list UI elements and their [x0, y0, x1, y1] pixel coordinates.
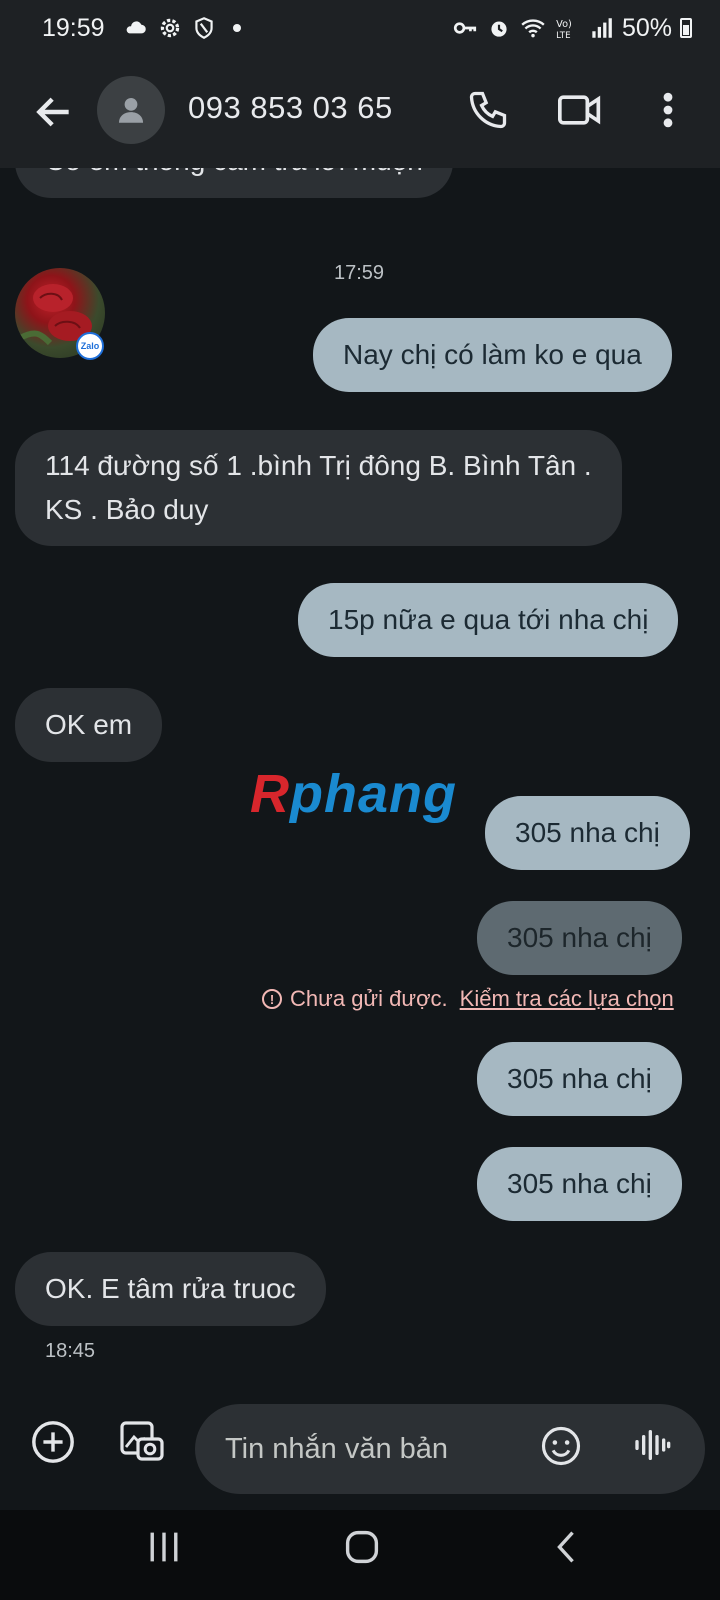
- message-text: 305 nha chị: [515, 817, 660, 848]
- message-text: Nay chị có làm ko e qua: [343, 339, 642, 370]
- zalo-badge: Zalo: [76, 332, 104, 360]
- settings-icon: [160, 18, 179, 38]
- error-message: Chưa gửi được.: [290, 986, 448, 1011]
- more-options-icon[interactable]: [650, 88, 686, 132]
- status-bar: 19:59 Vo) LTE 50%: [0, 0, 720, 56]
- contact-avatar[interactable]: [97, 76, 165, 144]
- notification-dot-icon: [232, 24, 241, 32]
- weather-icon: [126, 21, 146, 34]
- send-error: ! Chưa gửi được. Kiểm tra các lựa chọn: [262, 986, 674, 1012]
- battery-icon: [680, 18, 692, 38]
- message-input-placeholder: Tin nhắn văn bản: [225, 1432, 449, 1465]
- message-outgoing[interactable]: 305 nha chị: [477, 1042, 682, 1116]
- status-time: 19:59: [42, 13, 105, 42]
- message-outgoing[interactable]: 305 nha chị: [477, 1147, 682, 1221]
- message-list[interactable]: Cô em thông cảm trả lời muộn 17:59 Zalo …: [0, 168, 720, 1381]
- nav-back-icon[interactable]: [554, 1530, 578, 1564]
- emoji-icon[interactable]: [540, 1425, 582, 1467]
- message-incoming[interactable]: OK. E tâm rửa truoc: [15, 1252, 326, 1326]
- voice-message-icon[interactable]: [632, 1425, 672, 1465]
- volte-icon: Vo)LTE: [556, 19, 572, 41]
- watermark-logo: Rphang: [250, 764, 457, 824]
- wifi-icon: [521, 19, 545, 38]
- message-outgoing[interactable]: 15p nữa e qua tới nha chị: [298, 583, 679, 657]
- battery-percent: 50%: [621, 13, 672, 42]
- recent-apps-icon[interactable]: [144, 1530, 184, 1564]
- message-text-line: 114 đường số 1 .bình Trị đông B. Bình Tâ…: [45, 450, 592, 481]
- system-nav-bar: [0, 1510, 720, 1600]
- person-icon: [118, 97, 144, 123]
- svg-text:LTE: LTE: [556, 31, 570, 41]
- message-text: OK em: [45, 709, 133, 740]
- gallery-camera-icon[interactable]: [118, 1417, 166, 1465]
- message-input[interactable]: Tin nhắn văn bản: [195, 1404, 705, 1494]
- message-incoming[interactable]: Cô em thông cảm trả lời muộn: [15, 168, 453, 198]
- composer: Tin nhắn văn bản: [0, 1381, 720, 1501]
- conversation-header: 093 853 03 65: [0, 56, 720, 168]
- add-attachment-icon[interactable]: [30, 1419, 76, 1465]
- time-divider: 17:59: [334, 262, 385, 284]
- video-call-icon[interactable]: [556, 88, 604, 132]
- message-incoming[interactable]: OK em: [15, 688, 163, 762]
- error-icon: !: [262, 989, 282, 1009]
- alarm-icon: [491, 21, 507, 37]
- signal-icon: [592, 18, 612, 38]
- vpn-key-icon: [453, 22, 477, 34]
- message-text: OK. E tâm rửa truoc: [45, 1273, 296, 1304]
- message-text-line: KS . Bảo duy: [45, 494, 209, 525]
- message-outgoing[interactable]: 305 nha chị: [485, 796, 690, 870]
- message-text: 305 nha chị: [507, 1168, 652, 1199]
- contact-name[interactable]: 093 853 03 65: [188, 90, 393, 126]
- shield-icon: [194, 17, 213, 39]
- message-incoming[interactable]: 114 đường số 1 .bình Trị đông B. Bình Tâ…: [15, 430, 622, 546]
- message-outgoing-failed[interactable]: 305 nha chị: [477, 901, 682, 975]
- phone-icon[interactable]: [466, 88, 510, 132]
- svg-text:Vo): Vo): [556, 19, 572, 30]
- message-outgoing[interactable]: Nay chị có làm ko e qua: [313, 318, 672, 392]
- message-text: 15p nữa e qua tới nha chị: [328, 604, 649, 635]
- message-text: 305 nha chị: [507, 1063, 652, 1094]
- check-options-link[interactable]: Kiểm tra các lựa chọn: [460, 986, 674, 1012]
- message-text: 305 nha chị: [507, 922, 652, 953]
- back-arrow-icon[interactable]: [32, 90, 76, 134]
- home-icon[interactable]: [345, 1530, 379, 1564]
- message-timestamp: 18:45: [45, 1340, 96, 1362]
- message-text: Cô em thông cảm trả lời muộn: [45, 168, 423, 176]
